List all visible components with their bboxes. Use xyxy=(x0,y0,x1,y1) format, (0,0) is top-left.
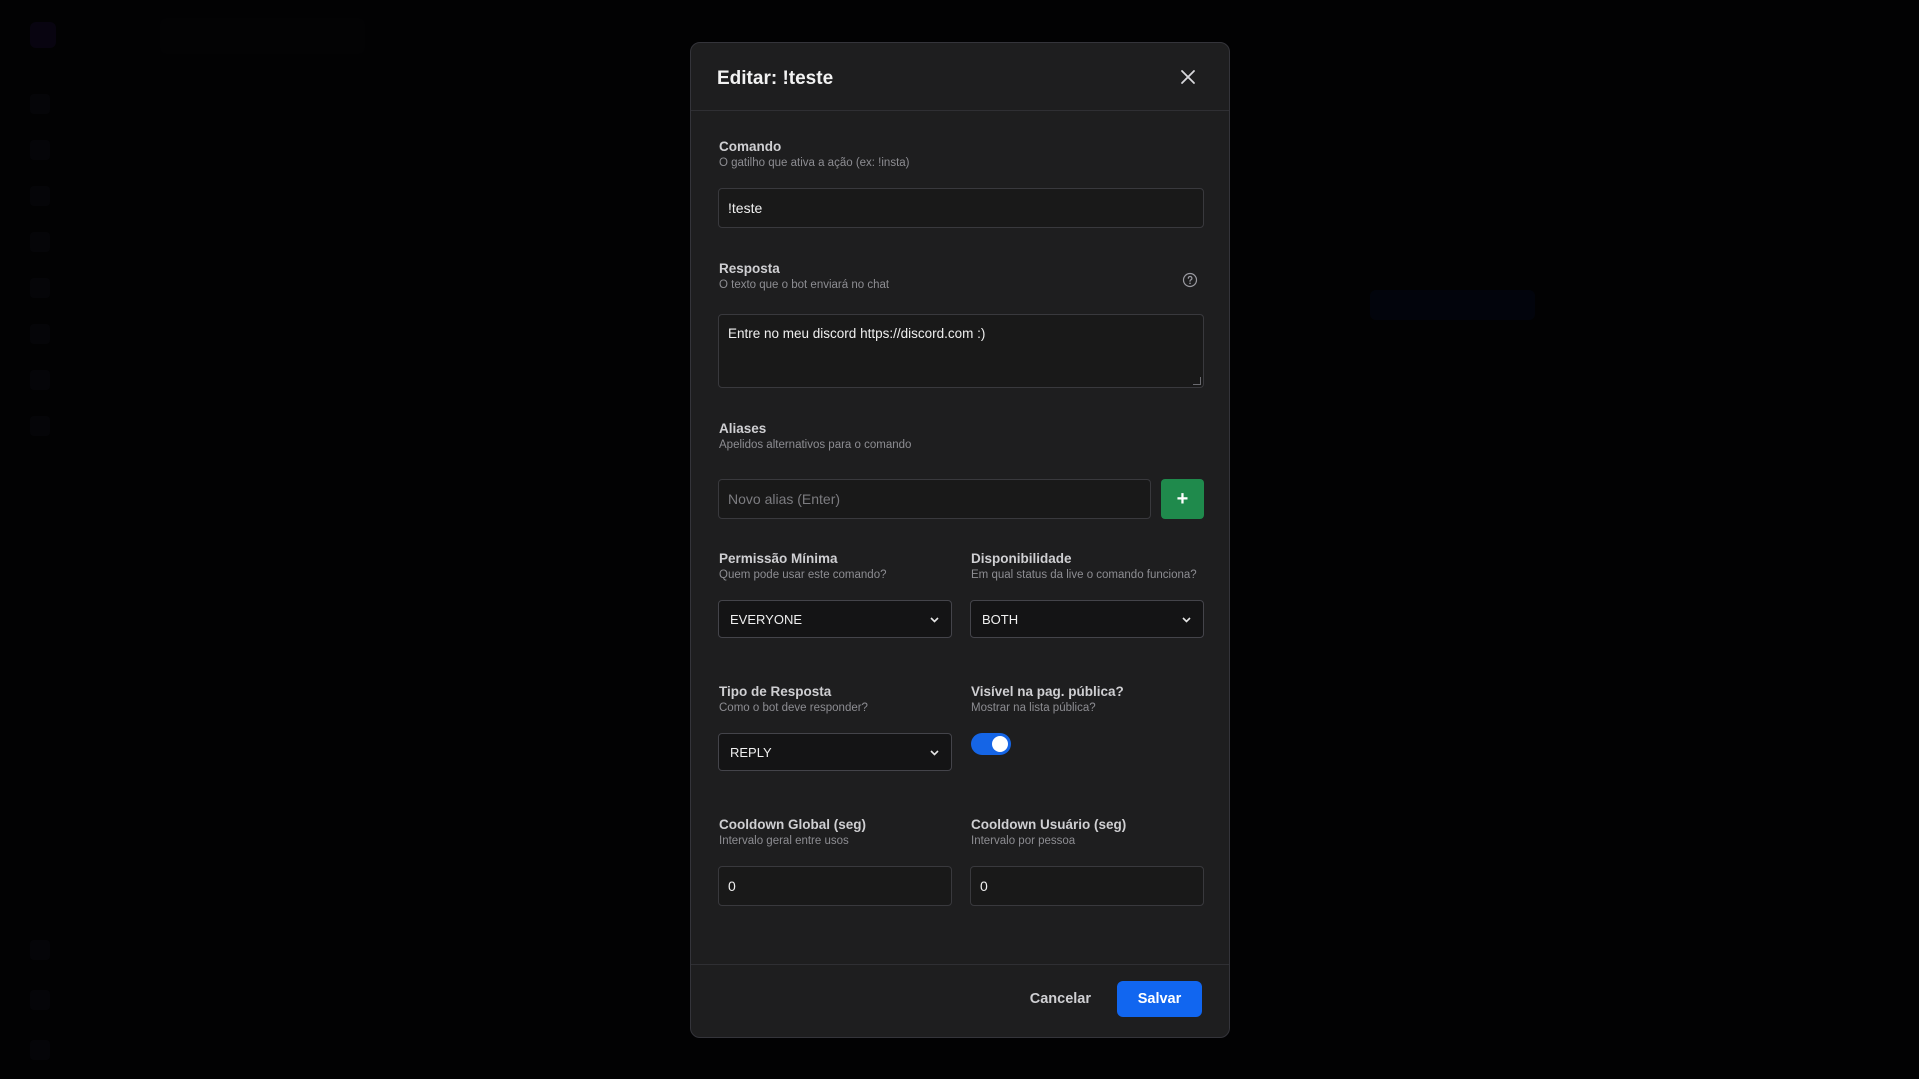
chevron-down-icon xyxy=(1182,616,1191,623)
response-type-selected: REPLY xyxy=(730,744,772,760)
modal-title: Editar: !teste xyxy=(717,68,834,89)
chevron-down-icon xyxy=(930,749,939,756)
response-type-description: Como o bot deve responder? xyxy=(719,702,868,714)
response-description: O texto que o bot enviará no chat xyxy=(719,279,890,291)
public-visibility-label: Visível na pag. pública? xyxy=(971,684,1124,699)
close-icon[interactable] xyxy=(1177,66,1199,88)
toggle-knob xyxy=(992,736,1008,752)
cooldown-user-input[interactable]: 0 xyxy=(970,866,1204,906)
command-input[interactable]: !teste xyxy=(718,188,1204,228)
availability-description: Em qual status da live o comando funcion… xyxy=(971,569,1197,581)
permission-select[interactable]: EVERYONE xyxy=(718,600,952,638)
resize-handle-icon[interactable] xyxy=(1193,377,1201,385)
alias-input[interactable]: Novo alias (Enter) xyxy=(718,479,1151,519)
save-button[interactable]: Salvar xyxy=(1117,981,1202,1017)
question-circle-icon[interactable] xyxy=(1182,272,1198,288)
public-visibility-toggle[interactable] xyxy=(971,733,1011,755)
command-label: Comando xyxy=(719,139,782,154)
permission-selected: EVERYONE xyxy=(730,611,803,627)
aliases-description: Apelidos alternativos para o comando xyxy=(719,439,912,451)
edit-command-modal: Editar: !teste Comando O gatilho que ati… xyxy=(690,42,1230,1038)
response-type-label: Tipo de Resposta xyxy=(719,684,832,699)
response-text: Entre no meu discord https://discord.com… xyxy=(728,326,986,341)
availability-label: Disponibilidade xyxy=(971,551,1072,566)
modal-header: Editar: !teste xyxy=(691,43,1229,111)
plus-icon: + xyxy=(1176,487,1189,510)
add-alias-button[interactable]: + xyxy=(1161,479,1204,519)
permission-label: Permissão Mínima xyxy=(719,551,838,566)
cooldown-global-description: Intervalo geral entre usos xyxy=(719,835,849,847)
cooldown-global-label: Cooldown Global (seg) xyxy=(719,817,866,832)
cooldown-global-input[interactable]: 0 xyxy=(718,866,952,906)
response-type-select[interactable]: REPLY xyxy=(718,733,952,771)
permission-description: Quem pode usar este comando? xyxy=(719,569,887,581)
availability-select[interactable]: BOTH xyxy=(970,600,1204,638)
response-textarea[interactable]: Entre no meu discord https://discord.com… xyxy=(718,314,1204,388)
cooldown-user-label: Cooldown Usuário (seg) xyxy=(971,817,1127,832)
aliases-label: Aliases xyxy=(719,421,767,436)
command-description: O gatilho que ativa a ação (ex: !insta) xyxy=(719,157,910,169)
public-visibility-description: Mostrar na lista pública? xyxy=(971,702,1096,714)
cancel-button[interactable]: Cancelar xyxy=(1030,991,1091,1007)
response-label: Resposta xyxy=(719,261,780,276)
cooldown-user-description: Intervalo por pessoa xyxy=(971,835,1076,847)
availability-selected: BOTH xyxy=(982,611,1019,627)
chevron-down-icon xyxy=(930,616,939,623)
modal-footer: Cancelar Salvar xyxy=(691,964,1229,1037)
